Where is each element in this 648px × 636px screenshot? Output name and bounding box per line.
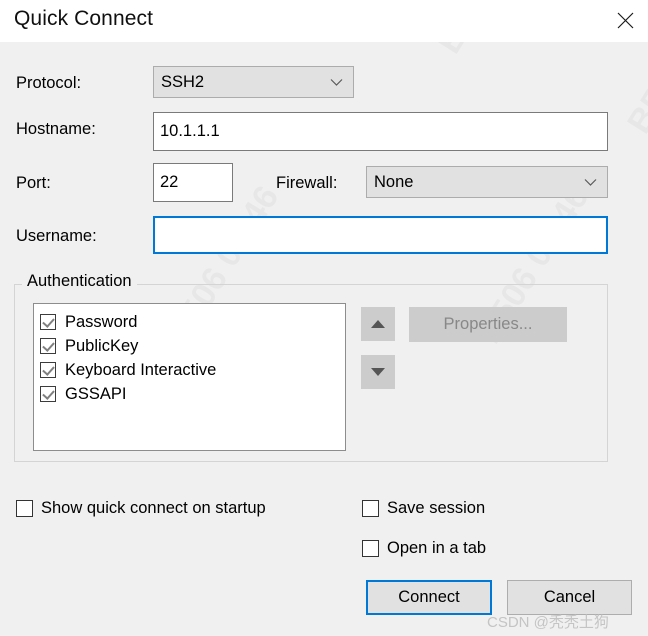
arrow-down-icon: [371, 368, 385, 376]
checkbox-label: Save session: [387, 499, 486, 518]
chevron-down-icon: [577, 178, 607, 187]
list-item-label: GSSAPI: [65, 384, 127, 403]
checkbox-icon: [16, 500, 33, 517]
properties-button[interactable]: Properties...: [409, 307, 567, 342]
protocol-select[interactable]: SSH2: [153, 66, 354, 98]
checkbox-icon: [362, 540, 379, 557]
hostname-label: Hostname:: [16, 120, 96, 138]
firewall-label: Firewall:: [276, 174, 338, 192]
username-label: Username:: [16, 227, 97, 245]
checkbox-checked-icon[interactable]: [40, 338, 56, 354]
list-item[interactable]: Password: [40, 310, 345, 334]
port-label: Port:: [16, 174, 51, 192]
save-session-checkbox[interactable]: Save session: [362, 500, 485, 517]
checkbox-label: Show quick connect on startup: [41, 499, 266, 518]
quick-connect-dialog: B506 09:46 B506 09:46 B506 09:46 B506 09…: [0, 0, 648, 636]
list-item-label: PublicKey: [65, 336, 139, 355]
protocol-value: SSH2: [161, 72, 205, 91]
protocol-label: Protocol:: [16, 74, 82, 92]
connect-button[interactable]: Connect: [366, 580, 492, 615]
titlebar: Quick Connect: [0, 0, 648, 42]
list-item-label: Keyboard Interactive: [65, 360, 217, 379]
list-item-label: Password: [65, 312, 138, 331]
checkbox-checked-icon[interactable]: [40, 314, 56, 330]
checkbox-checked-icon[interactable]: [40, 386, 56, 402]
list-item[interactable]: Keyboard Interactive: [40, 358, 345, 382]
username-input[interactable]: [153, 216, 608, 254]
chevron-down-icon: [323, 78, 353, 87]
page-title: Quick Connect: [14, 7, 154, 30]
list-item[interactable]: PublicKey: [40, 334, 345, 358]
port-input[interactable]: [153, 163, 233, 202]
list-item[interactable]: GSSAPI: [40, 382, 345, 406]
arrow-up-icon: [371, 320, 385, 328]
firewall-select[interactable]: None: [366, 166, 608, 198]
checkbox-checked-icon[interactable]: [40, 362, 56, 378]
authentication-list[interactable]: Password PublicKey Keyboard Interactive …: [33, 303, 346, 451]
move-up-button[interactable]: [361, 307, 395, 341]
checkbox-label: Open in a tab: [387, 539, 487, 558]
hostname-input[interactable]: [153, 112, 608, 151]
firewall-value: None: [374, 172, 414, 191]
open-in-a-tab-checkbox[interactable]: Open in a tab: [362, 540, 486, 557]
close-icon[interactable]: [602, 0, 648, 40]
cancel-button[interactable]: Cancel: [507, 580, 632, 615]
authentication-group-title: Authentication: [22, 272, 137, 291]
checkbox-icon: [362, 500, 379, 517]
move-down-button[interactable]: [361, 355, 395, 389]
show-quick-connect-on-startup-checkbox[interactable]: Show quick connect on startup: [16, 500, 266, 517]
